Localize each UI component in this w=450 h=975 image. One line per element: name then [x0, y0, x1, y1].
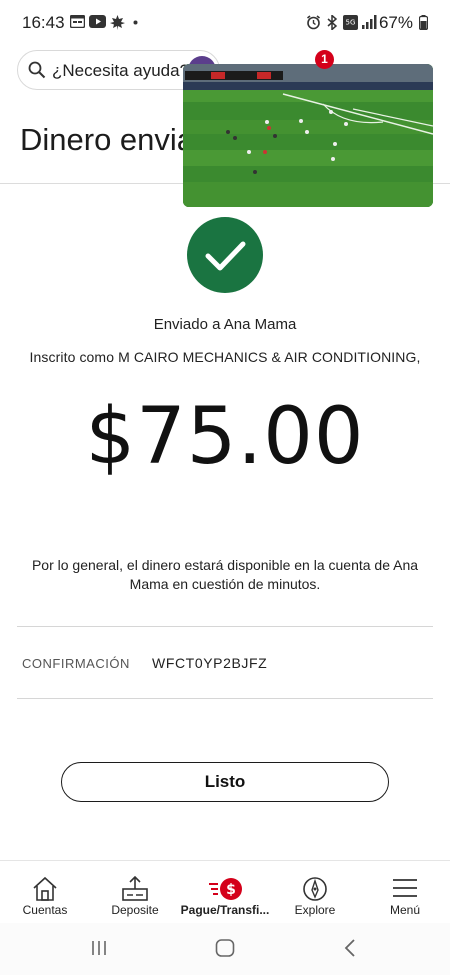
recent-apps-icon[interactable]: [90, 939, 108, 957]
registered-as-text: Inscrito como M CAIRO MECHANICS & AIR CO…: [29, 349, 421, 365]
5g-icon: 5G: [343, 15, 358, 30]
done-button[interactable]: Listo: [61, 762, 389, 802]
system-navigation-bar: [0, 923, 450, 975]
video-pip-overlay[interactable]: [183, 64, 433, 207]
search-icon: [28, 61, 46, 79]
soccer-video-frame: [183, 64, 433, 207]
recipient-text: Enviado a Ana Mama: [153, 316, 297, 333]
youtube-icon: [89, 15, 106, 28]
confirmation-code: WFCT0YP2BJFZ: [152, 655, 268, 671]
svg-text:5G: 5G: [346, 19, 356, 27]
calendar-icon: [70, 15, 85, 28]
divider-top: [17, 626, 433, 627]
leaf-icon: [110, 15, 125, 30]
nav-label-pague-transfiera: Pague/Transfi...: [180, 903, 270, 917]
confirmation-label: CONFIRMACIÓN: [22, 656, 130, 671]
nav-item-pague-transfiera[interactable]: $ Pague/Transfi...: [180, 861, 270, 924]
status-bar: 16:43 5G 67%: [0, 0, 450, 46]
menu-icon: [393, 879, 417, 897]
search-placeholder: ¿Necesita ayuda?: [52, 61, 190, 80]
compass-icon: [303, 877, 327, 901]
pay-transfer-icon: $: [209, 878, 242, 900]
availability-note: Por lo general, el dinero estará disponi…: [31, 557, 419, 592]
notification-badge[interactable]: 1: [315, 50, 334, 69]
back-icon[interactable]: [343, 939, 357, 957]
home-icon: [33, 876, 57, 901]
amount-sent: $75.00: [85, 392, 365, 482]
divider-bottom: [17, 698, 433, 699]
alarm-icon: [307, 15, 320, 30]
battery-icon: [419, 15, 428, 30]
signal-icon: [362, 15, 377, 29]
bottom-nav: Cuentas Deposite $ Pague/Transfi... Expl…: [0, 860, 450, 923]
nav-item-explore[interactable]: Explore: [270, 861, 360, 924]
deposit-icon: [122, 876, 148, 901]
home-button-icon[interactable]: [215, 939, 235, 957]
page-title: Dinero envia: [20, 122, 195, 157]
nav-item-menu[interactable]: Menú: [360, 861, 450, 924]
nav-label-explore: Explore: [294, 903, 336, 917]
success-check-icon: [187, 217, 263, 293]
bluetooth-icon: [327, 15, 338, 30]
status-time: 16:43: [22, 13, 65, 32]
nav-label-menu: Menú: [389, 903, 421, 917]
nav-item-cuentas[interactable]: Cuentas: [0, 861, 90, 924]
nav-label-deposite: Deposite: [111, 903, 159, 917]
battery-percent: 67%: [378, 13, 413, 32]
svg-text:$: $: [226, 882, 236, 898]
dot-icon: [133, 20, 138, 25]
nav-item-deposite[interactable]: Deposite: [90, 861, 180, 924]
nav-label-cuentas: Cuentas: [22, 903, 68, 917]
